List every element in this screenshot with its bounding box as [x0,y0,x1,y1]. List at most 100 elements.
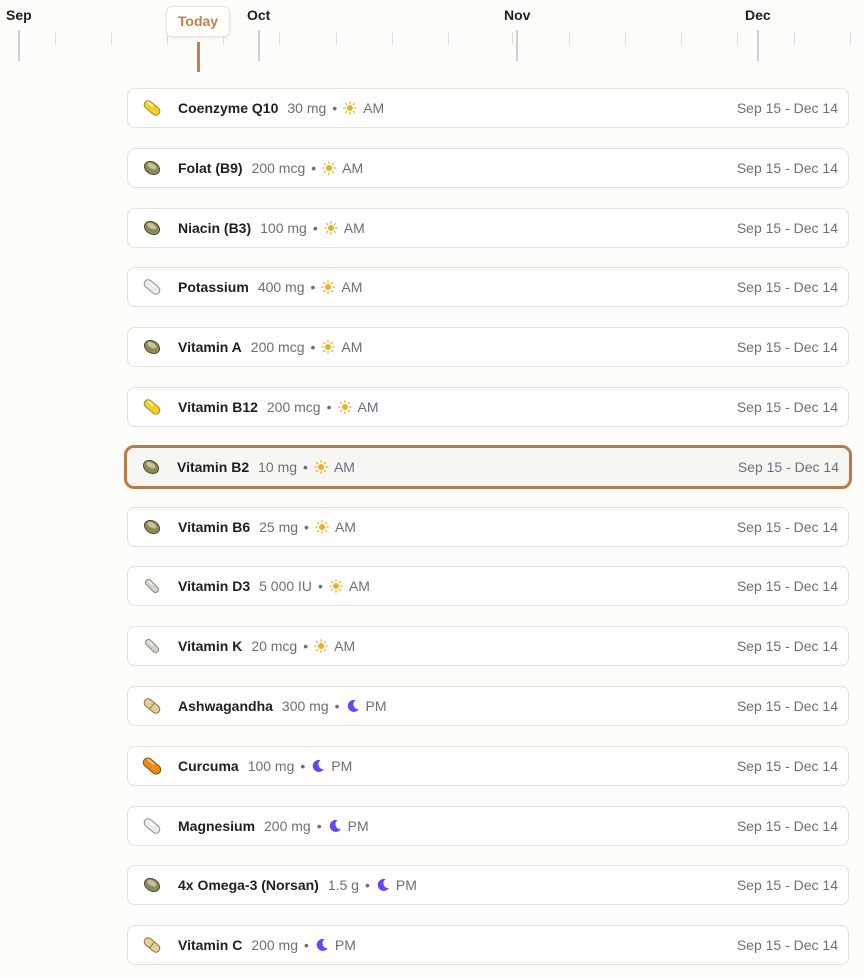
separator-dot: • [310,339,316,356]
supplement-dose: 200 mg [251,937,299,954]
timeline-tick [55,32,56,45]
date-range: Sep 15 - Dec 14 [736,219,838,236]
supplement-name: Folat (B9) [178,159,243,176]
supplement-row[interactable]: Vitamin A 200 mcg • AM Sep 15 - Dec 14 [127,327,849,368]
supplement-name: Vitamin B6 [178,518,251,535]
supplement-time: AM [341,339,363,356]
supplement-row[interactable]: Curcuma 100 mg • PM Sep 15 - Dec 14 [127,745,849,786]
supplement-time: AM [357,399,379,415]
supplement-row[interactable]: Magnesium 200 mg • PM Sep 15 - Dec 14 [127,805,849,846]
timeline-tick [850,32,851,45]
timeline-tick [625,32,626,45]
supplement-time: AM [334,638,356,655]
supplement-dose: 100 mg [260,219,307,236]
supplement-time: PM [334,937,356,954]
supplement-name: Magnesium [178,817,256,834]
supplement-dose: 100 mg [247,757,295,774]
supplement-row[interactable]: Vitamin D3 5 000 IU • AM Sep 15 - Dec 14 [127,566,849,607]
separator-dot: • [334,698,340,714]
supplement-row[interactable]: Coenzyme Q10 30 mg • AM Sep 15 - Dec 14 [127,88,849,128]
timeline-tick [279,32,280,45]
supplement-name: Niacin (B3) [178,219,252,236]
timeline-header: Sep Oct Nov Dec Today [0,0,864,80]
moon-icon [328,819,342,833]
month-label-nov: Nov [504,7,531,23]
supplement-dose: 300 mg [281,698,329,714]
grey-capsule-icon [140,634,164,658]
supplement-time: AM [348,578,370,595]
supplement-time: PM [395,877,417,894]
date-range: Sep 15 - Dec 14 [736,638,838,655]
olive-tablet-icon [140,515,164,539]
separator-dot: • [303,638,309,655]
sun-icon [314,639,328,654]
separator-dot: • [316,817,322,834]
supplement-dose: 5 000 IU [259,578,313,595]
sun-icon [321,280,336,295]
supplement-time: AM [342,159,364,176]
separator-dot: • [300,757,306,774]
grey-capsule-icon [140,574,164,598]
timeline-tick [794,32,795,45]
supplement-row[interactable]: Potassium 400 mg • AM Sep 15 - Dec 14 [127,267,849,308]
moon-icon [311,759,325,773]
separator-dot: • [326,399,332,415]
timeline-tick [392,32,393,45]
date-range: Sep 15 - Dec 14 [737,458,839,475]
supplement-dose: 200 mcg [250,339,305,356]
separator-dot: • [364,877,370,894]
separator-dot: • [304,937,309,954]
olive-tablet-icon [140,156,164,180]
timeline-tick [516,30,518,61]
supplement-dose: 25 mg [259,518,299,535]
timeline-tick [448,32,449,45]
separator-dot: • [318,578,323,595]
supplement-time: PM [365,698,387,714]
separator-dot: • [311,159,317,176]
month-label-oct: Oct [247,7,271,23]
supplement-time: AM [341,279,363,296]
timeline-tick [681,32,682,45]
white-capsule-icon [140,814,164,838]
supplement-row[interactable]: Vitamin K 20 mcg • AM Sep 15 - Dec 14 [127,626,849,667]
supplement-row[interactable]: Ashwagandha 300 mg • PM Sep 15 - Dec 14 [127,686,849,726]
supplement-name: Vitamin B2 [177,458,250,475]
separator-dot: • [332,100,338,116]
date-range: Sep 15 - Dec 14 [736,399,838,415]
today-button[interactable]: Today [166,6,230,37]
supplement-dose: 30 mg [287,100,327,116]
supplement-name: Vitamin A [178,339,242,356]
supplement-time: AM [343,219,365,236]
supplement-dose: 200 mcg [266,399,321,415]
moon-icon [315,938,329,952]
supplement-time: PM [347,817,369,834]
timeline-tick [18,30,20,61]
moon-icon [376,878,390,892]
supplement-row[interactable]: Vitamin B12 200 mcg • AM Sep 15 - Dec 14 [127,387,849,427]
month-label-sep: Sep [6,7,32,23]
sun-icon [343,101,358,115]
yellow-pill-icon [140,395,164,419]
today-marker [197,42,200,72]
supplement-name: Vitamin C [178,937,243,954]
supplement-row[interactable]: Vitamin C 200 mg • PM Sep 15 - Dec 14 [127,925,849,966]
date-range: Sep 15 - Dec 14 [736,877,838,894]
olive-tablet-icon [139,455,163,479]
orange-capsule-icon [140,754,164,778]
separator-dot: • [304,518,309,535]
supplement-row[interactable]: Niacin (B3) 100 mg • AM Sep 15 - Dec 14 [127,207,849,248]
supplement-name: Potassium [178,279,249,296]
tan-capsule-icon [140,933,164,957]
supplement-name: Coenzyme Q10 [178,100,279,116]
supplement-row[interactable]: Vitamin B2 10 mg • AM Sep 15 - Dec 14 [124,444,852,489]
supplement-dose: 400 mg [257,279,305,296]
supplement-name: Vitamin D3 [178,578,251,595]
supplement-dose: 10 mg [258,458,298,475]
supplement-row[interactable]: 4x Omega-3 (Norsan) 1.5 g • PM Sep 15 - Dec … [127,865,849,906]
timeline-tick [111,32,112,45]
supplement-row[interactable]: Folat (B9) 200 mcg • AM Sep 15 - Dec 14 [127,147,849,188]
sun-icon [322,160,337,175]
timeline-tick [336,32,337,45]
supplement-row[interactable]: Vitamin B6 25 mg • AM Sep 15 - Dec 14 [127,506,849,547]
supplement-name: Vitamin K [178,638,243,655]
